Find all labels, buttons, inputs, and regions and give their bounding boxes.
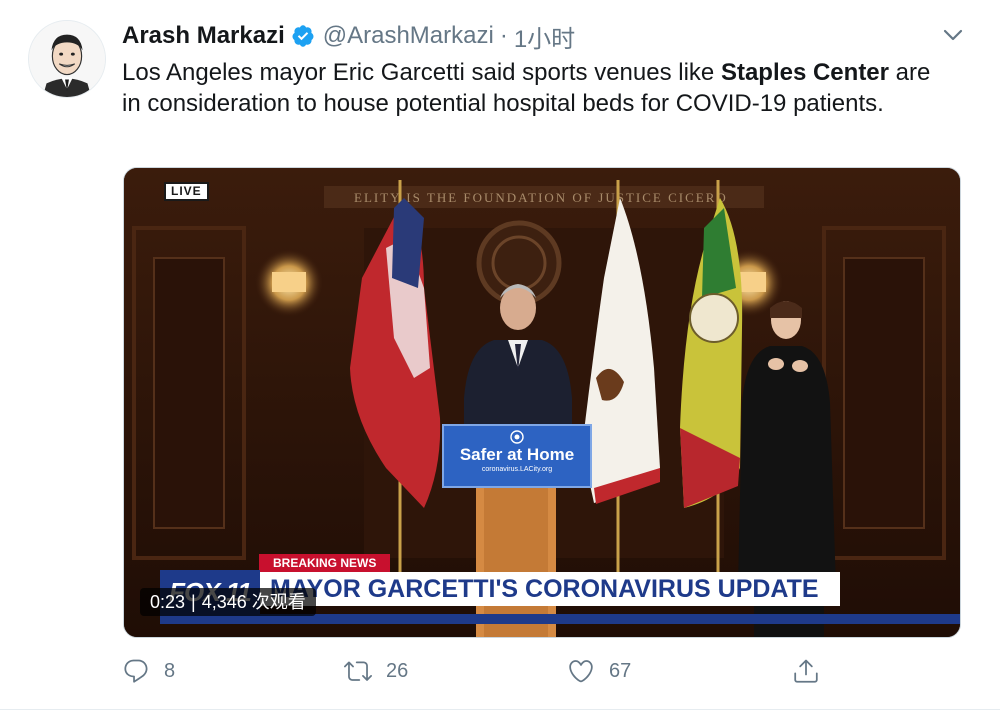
tweet-header: Arash Markazi @ArashMarkazi · 1小时 bbox=[122, 19, 575, 54]
news-headline: MAYOR GARCETTI'S CORONAVIRUS UPDATE bbox=[260, 572, 840, 606]
share-icon bbox=[794, 659, 818, 683]
video-meta-overlay: 0:23 | 4,346 次观看 bbox=[140, 588, 316, 616]
breaking-news-label: BREAKING NEWS bbox=[259, 554, 391, 572]
video-player[interactable]: ELITY IS THE FOUNDATION OF JUSTICE CICER… bbox=[123, 167, 961, 638]
video-duration: 0:23 bbox=[150, 592, 186, 612]
tweet-text-bold: Staples Center bbox=[720, 59, 889, 86]
video-frame: ELITY IS THE FOUNDATION OF JUSTICE CICER… bbox=[124, 168, 960, 637]
podium-sign-title: Safer at Home bbox=[459, 445, 575, 464]
reply-icon bbox=[124, 659, 148, 683]
live-badge: LIVE bbox=[164, 182, 209, 201]
tweet-card[interactable]: Arash Markazi @ArashMarkazi · 1小时 Los An… bbox=[0, 0, 1000, 710]
video-meta-separator: | bbox=[191, 592, 196, 612]
retweet-icon bbox=[344, 661, 372, 681]
retweet-button[interactable]: 26 bbox=[344, 655, 408, 687]
tweet-actions: 8 26 67 bbox=[122, 655, 842, 687]
tweet-text: Los Angeles mayor Eric Garcetti said spo… bbox=[122, 57, 942, 119]
reply-count: 8 bbox=[164, 659, 176, 682]
podium-sign-url: coronavirus.LACity.org bbox=[481, 466, 553, 473]
display-name[interactable]: Arash Markazi bbox=[122, 22, 285, 50]
like-count: 67 bbox=[609, 659, 632, 682]
chevron-down-icon[interactable] bbox=[940, 22, 966, 48]
video-view-count: 4,346 次观看 bbox=[201, 592, 306, 612]
wall-inscription: ELITY IS THE FOUNDATION OF JUSTICE CICER… bbox=[354, 190, 728, 205]
reply-button[interactable]: 8 bbox=[122, 655, 175, 687]
user-handle[interactable]: @ArashMarkazi bbox=[323, 22, 494, 50]
city-seal-icon bbox=[510, 430, 524, 444]
share-button[interactable] bbox=[792, 655, 834, 687]
tweet-text-part1: Los Angeles mayor Eric Garcetti said spo… bbox=[122, 59, 721, 86]
podium-sign: Safer at Home coronavirus.LACity.org bbox=[442, 424, 592, 488]
retweet-count: 26 bbox=[386, 659, 409, 682]
header-separator: · bbox=[499, 22, 508, 49]
avatar[interactable] bbox=[28, 20, 106, 98]
like-button[interactable]: 67 bbox=[567, 655, 631, 687]
avatar-caricature-icon bbox=[29, 21, 105, 97]
timestamp[interactable]: 1小时 bbox=[514, 19, 575, 54]
heart-icon bbox=[569, 660, 593, 683]
verified-badge-icon bbox=[291, 24, 315, 48]
